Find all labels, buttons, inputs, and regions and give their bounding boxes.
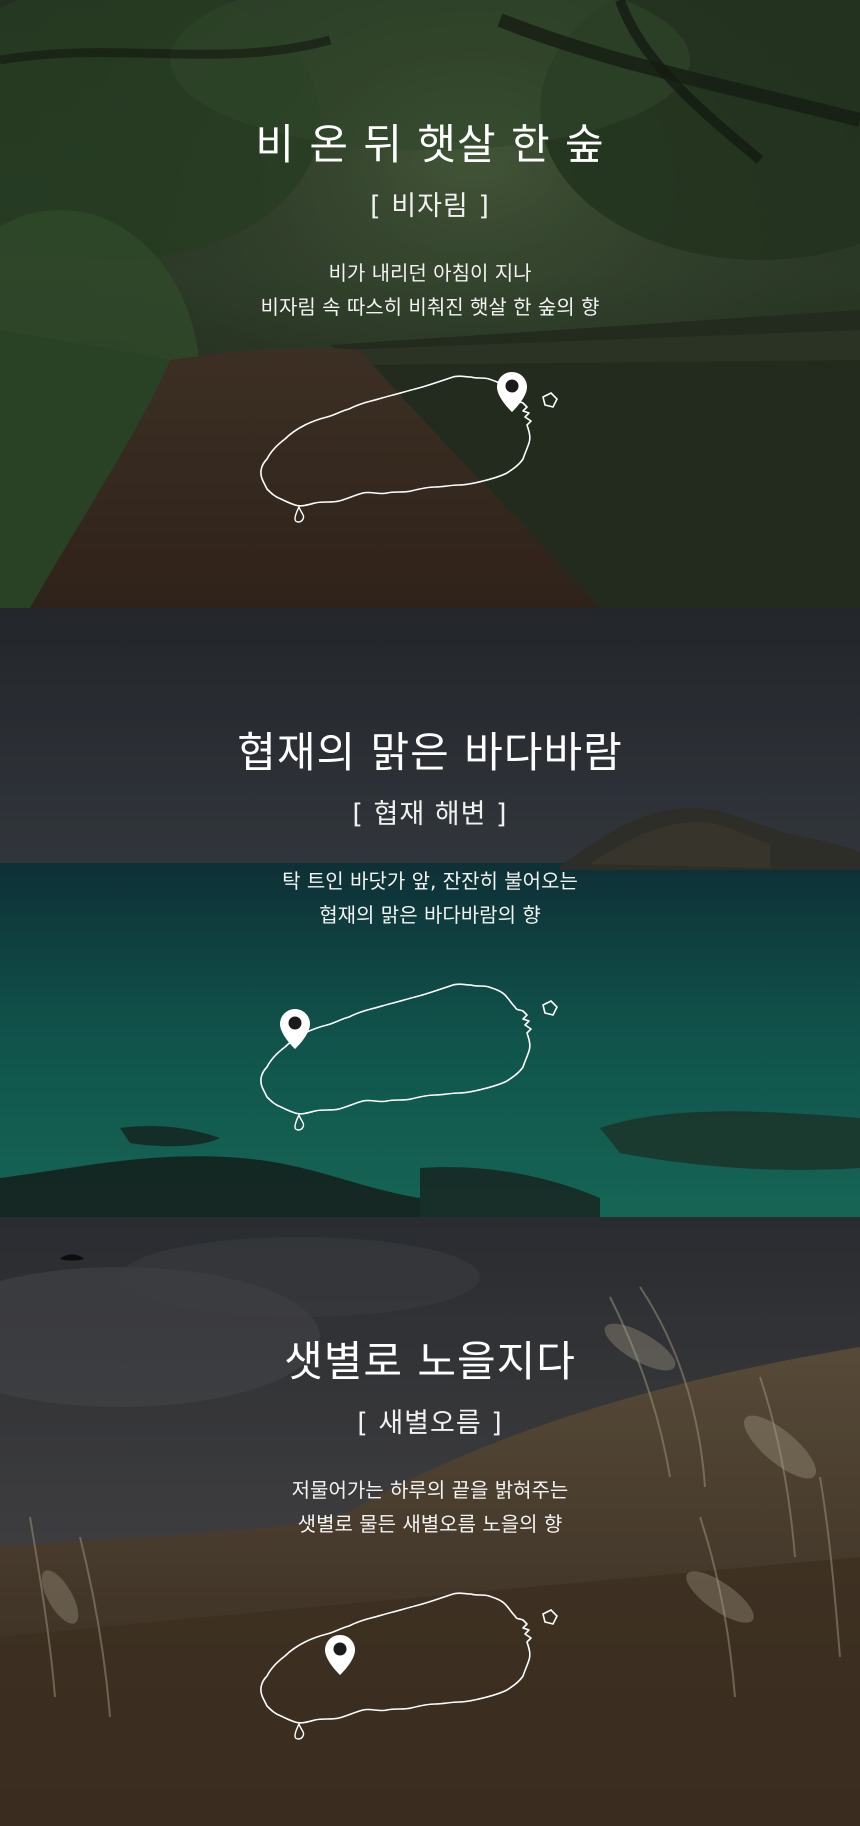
map-pin-icon xyxy=(325,1635,355,1675)
jeju-island-map-icon xyxy=(260,983,558,1131)
section-title: 비 온 뒤 햇살 한 숲 xyxy=(255,120,605,169)
place-name: [ 협재 해변 ] xyxy=(352,799,508,830)
section-title: 샛별로 노을지다 xyxy=(284,1337,576,1386)
place-name: [ 새별오름 ] xyxy=(357,1408,503,1439)
description: 비가 내리던 아침이 지나 비자림 속 따스히 비춰진 햇살 한 숲의 향 xyxy=(0,256,860,324)
description-line: 저물어가는 하루의 끝을 밝혀주는 xyxy=(291,1478,569,1502)
section-hyeopjae: 협재의 맑은 바다바람 [ 협재 해변 ] 탁 트인 바닷가 앞, 잔잔히 불어… xyxy=(0,608,860,1217)
section-title: 협재의 맑은 바다바람 xyxy=(237,728,623,777)
description-line: 샛별로 물든 새별오름 노을의 향 xyxy=(297,1512,563,1536)
map-pin-icon xyxy=(497,372,527,412)
description: 탁 트인 바닷가 앞, 잔잔히 불어오는 협재의 맑은 바다바람의 향 xyxy=(0,864,860,932)
description: 저물어가는 하루의 끝을 밝혀주는 샛별로 물든 새별오름 노을의 향 xyxy=(0,1473,860,1541)
description-line: 탁 트인 바닷가 앞, 잔잔히 불어오는 xyxy=(282,869,578,893)
description-line: 비가 내리던 아침이 지나 xyxy=(328,261,532,285)
place-name: [ 비자림 ] xyxy=(370,191,490,222)
section-bijarim: 비 온 뒤 햇살 한 숲 [ 비자림 ] 비가 내리던 아침이 지나 비자림 속… xyxy=(0,0,860,608)
description-line: 협재의 맑은 바다바람의 향 xyxy=(319,903,541,927)
jeju-island-map-icon xyxy=(260,375,558,523)
section-saebyeol-oreum: 샛별로 노을지다 [ 새별오름 ] 저물어가는 하루의 끝을 밝혀주는 샛별로 … xyxy=(0,1217,860,1826)
description-line: 비자림 속 따스히 비춰진 햇살 한 숲의 향 xyxy=(260,295,600,319)
map-pin-icon xyxy=(280,1009,310,1049)
jeju-island-map-icon xyxy=(260,1592,558,1740)
